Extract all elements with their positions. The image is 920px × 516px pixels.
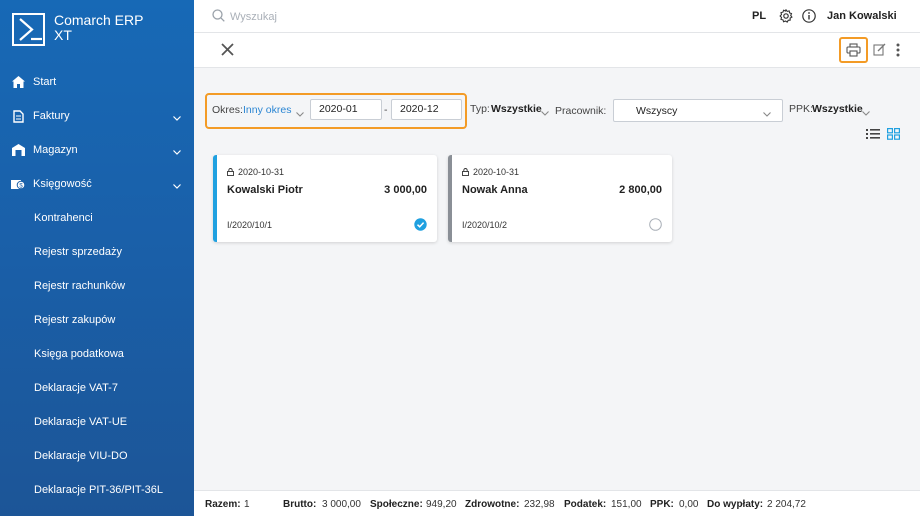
home-icon bbox=[11, 75, 25, 89]
employee-select-value: Wszyscy bbox=[636, 105, 678, 117]
toolbar bbox=[194, 33, 920, 68]
sidebar-item-faktury[interactable]: Faktury bbox=[0, 99, 194, 133]
brutto-label: Brutto: bbox=[283, 499, 317, 510]
ppk-footer-value: 0,00 bbox=[679, 499, 699, 510]
sidebar-item-start[interactable]: Start bbox=[0, 65, 194, 99]
unchecked-circle-icon[interactable] bbox=[649, 218, 662, 234]
card-accent-bar bbox=[448, 155, 452, 242]
sidebar: Comarch ERP XT Start Faktury Magazyn $ K… bbox=[0, 0, 194, 516]
grid-view-icon[interactable] bbox=[887, 128, 901, 143]
printer-icon bbox=[846, 43, 861, 57]
app-logo[interactable]: Comarch ERP XT bbox=[12, 13, 143, 46]
chevron-down-icon bbox=[173, 146, 181, 158]
sidebar-subitem-rejestr-zakupow[interactable]: Rejestr zakupów bbox=[0, 303, 194, 337]
language-selector[interactable]: PL bbox=[752, 10, 766, 22]
sidebar-item-magazyn[interactable]: Magazyn bbox=[0, 133, 194, 167]
chevron-down-icon bbox=[763, 108, 771, 120]
chevron-down-icon[interactable] bbox=[296, 108, 304, 120]
card-employee-name: Nowak Anna bbox=[462, 184, 528, 196]
net-label: Do wypłaty: bbox=[707, 499, 764, 510]
employee-select[interactable]: Wszyscy bbox=[613, 99, 783, 122]
more-options-icon[interactable] bbox=[896, 43, 900, 60]
chevron-down-icon[interactable] bbox=[862, 107, 870, 119]
card-date-text: 2020-10-31 bbox=[473, 167, 520, 177]
type-label: Typ: bbox=[470, 103, 490, 115]
type-dropdown[interactable]: Wszystkie bbox=[491, 103, 542, 115]
sidebar-item-label: Księgowość bbox=[33, 178, 92, 190]
accounting-icon: $ bbox=[11, 177, 25, 191]
period-from-input[interactable]: 2020-01 bbox=[310, 99, 382, 120]
net-value: 2 204,72 bbox=[767, 499, 806, 510]
user-menu[interactable]: Jan Kowalski bbox=[827, 10, 897, 22]
app-name: Comarch ERP bbox=[54, 12, 144, 28]
sidebar-subitem-ksiega-podatkowa[interactable]: Księga podatkowa bbox=[0, 337, 194, 371]
ppk-footer-label: PPK: bbox=[650, 499, 674, 510]
card-amount: 3 000,00 bbox=[384, 184, 427, 196]
sidebar-item-label: Start bbox=[33, 76, 57, 88]
sidebar-subitem-deklaracje-vatue[interactable]: Deklaracje VAT-UE bbox=[0, 405, 194, 439]
count-label: Razem: bbox=[205, 499, 241, 510]
tax-label: Podatek: bbox=[564, 499, 607, 510]
summary-footer: Razem: 1 Brutto: 3 000,00 Społeczne: 949… bbox=[194, 490, 920, 516]
ppk-dropdown[interactable]: Wszystkie bbox=[812, 103, 863, 115]
health-value: 232,98 bbox=[524, 499, 555, 510]
sidebar-nav: Start Faktury Magazyn $ Księgowość Kontr… bbox=[0, 65, 194, 507]
tax-value: 151,00 bbox=[611, 499, 642, 510]
period-to-input[interactable]: 2020-12 bbox=[391, 99, 462, 120]
chevron-down-icon bbox=[173, 180, 181, 192]
info-icon[interactable] bbox=[802, 9, 816, 26]
sidebar-item-ksiegowosc[interactable]: $ Księgowość bbox=[0, 167, 194, 201]
warehouse-icon bbox=[11, 143, 25, 157]
app-name-suffix: XT bbox=[54, 27, 72, 43]
social-value: 949,20 bbox=[426, 499, 457, 510]
lock-icon bbox=[227, 168, 234, 176]
card-date: 2020-10-31 bbox=[462, 167, 519, 177]
card-date-text: 2020-10-31 bbox=[238, 167, 285, 177]
close-icon[interactable] bbox=[221, 43, 234, 59]
top-bar: PL Jan Kowalski bbox=[194, 0, 920, 33]
card-date: 2020-10-31 bbox=[227, 167, 284, 177]
list-view-icon[interactable] bbox=[866, 128, 880, 143]
chevron-down-icon[interactable] bbox=[541, 107, 549, 119]
health-label: Zdrowotne: bbox=[465, 499, 520, 510]
sidebar-item-label: Magazyn bbox=[33, 144, 78, 156]
card-accent-bar bbox=[213, 155, 217, 242]
sidebar-subitem-kontrahenci[interactable]: Kontrahenci bbox=[0, 201, 194, 235]
sidebar-subitem-deklaracje-pit36[interactable]: Deklaracje PIT-36/PIT-36L bbox=[0, 473, 194, 507]
print-button[interactable] bbox=[839, 37, 868, 63]
period-separator: - bbox=[384, 104, 388, 116]
ppk-label: PPK: bbox=[789, 103, 813, 115]
social-label: Społeczne: bbox=[370, 499, 423, 510]
payroll-card[interactable]: 2020-10-31 Nowak Anna 2 800,00 I/2020/10… bbox=[448, 155, 672, 242]
card-document-number: I/2020/10/1 bbox=[227, 220, 273, 230]
sidebar-subitem-rejestr-sprzedazy[interactable]: Rejestr sprzedaży bbox=[0, 235, 194, 269]
logo-icon bbox=[12, 13, 45, 46]
card-document-number: I/2020/10/2 bbox=[462, 220, 508, 230]
period-dropdown[interactable]: Inny okres bbox=[243, 104, 291, 116]
sidebar-subitem-deklaracje-viudo[interactable]: Deklaracje VIU-DO bbox=[0, 439, 194, 473]
lock-icon bbox=[462, 168, 469, 176]
payroll-card[interactable]: 2020-10-31 Kowalski Piotr 3 000,00 I/202… bbox=[213, 155, 437, 242]
count-value: 1 bbox=[244, 499, 250, 510]
card-amount: 2 800,00 bbox=[619, 184, 662, 196]
search-input[interactable] bbox=[230, 8, 530, 25]
card-employee-name: Kowalski Piotr bbox=[227, 184, 303, 196]
sidebar-subitem-deklaracje-vat7[interactable]: Deklaracje VAT-7 bbox=[0, 371, 194, 405]
sidebar-item-label: Faktury bbox=[33, 110, 70, 122]
checked-icon[interactable] bbox=[414, 218, 427, 234]
period-label: Okres: bbox=[212, 104, 243, 116]
employee-label: Pracownik: bbox=[555, 105, 607, 117]
edit-icon[interactable] bbox=[873, 43, 886, 59]
brutto-value: 3 000,00 bbox=[322, 499, 361, 510]
search-icon bbox=[212, 9, 225, 25]
document-icon bbox=[11, 109, 25, 123]
chevron-down-icon bbox=[173, 112, 181, 124]
gear-icon[interactable] bbox=[779, 8, 793, 26]
sidebar-subitem-rejestr-rachunkow[interactable]: Rejestr rachunków bbox=[0, 269, 194, 303]
